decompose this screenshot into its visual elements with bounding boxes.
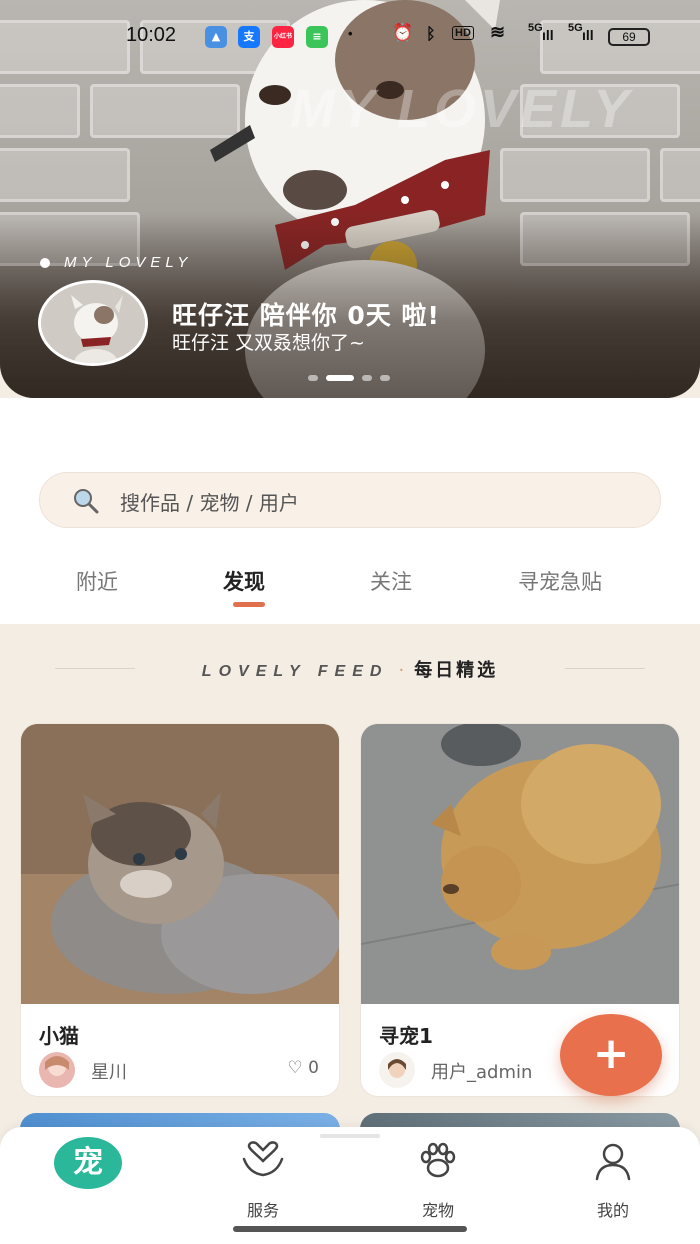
tag-dot-icon xyxy=(40,258,50,269)
hd-icon: HD xyxy=(452,26,474,40)
signal-bars-2-icon: ıll xyxy=(582,27,594,43)
notification-dot-icon: • xyxy=(348,26,353,41)
like-count: 0 xyxy=(308,1058,319,1078)
card-title: 寻宠1 xyxy=(379,1024,433,1048)
user-avatar-image xyxy=(379,1052,415,1088)
banner-tag-text: MY LOVELY xyxy=(64,254,193,271)
messages-app-icon: ≡ xyxy=(306,26,328,48)
indicator-dot-active[interactable] xyxy=(326,375,354,381)
card-title: 小猫 xyxy=(39,1024,79,1048)
nav-item-pets[interactable]: 宠物 xyxy=(388,1141,488,1220)
hero-banner[interactable]: MY LOVELY 10:02 ▲ 支 小红书 ≡ • ⏰ ᛒ HD ≋ 5G … xyxy=(0,0,700,398)
system-home-indicator[interactable] xyxy=(233,1226,467,1232)
tab-discover[interactable]: 发现 xyxy=(223,566,265,596)
cat-photo xyxy=(361,724,679,1004)
feed-card[interactable]: 小猫 星川 ♡ 0 xyxy=(20,723,340,1097)
heart-outline-icon: ♡ xyxy=(287,1058,303,1078)
tab-nearby[interactable]: 附近 xyxy=(76,566,118,596)
banner-title: 旺仔汪 陪伴你 0天 啦! xyxy=(172,301,440,330)
kitten-photo xyxy=(21,724,339,1004)
signal-bars-1-icon: ıll xyxy=(542,27,554,43)
search-placeholder: 搜作品 / 宠物 / 用户 xyxy=(120,491,299,515)
like-button[interactable]: ♡ 0 xyxy=(288,1058,319,1078)
user-avatar[interactable] xyxy=(379,1052,415,1088)
nav-item-me[interactable]: 我的 xyxy=(563,1141,663,1220)
tab-active-indicator xyxy=(233,602,265,607)
signal-1-icon: 5G xyxy=(528,22,543,34)
user-avatar[interactable] xyxy=(39,1052,75,1088)
feed-label-en: LOVELY FEED xyxy=(201,663,389,680)
alipay-app-icon: 支 xyxy=(238,26,260,48)
tab-following[interactable]: 关注 xyxy=(370,566,412,596)
add-post-button[interactable]: + xyxy=(560,1014,662,1096)
nav-item-service[interactable]: 服务 xyxy=(213,1141,313,1220)
indicator-dot[interactable] xyxy=(380,375,390,381)
banner-subtitle: 旺仔汪 又双叒想你了~ xyxy=(172,332,365,354)
user-avatar-image xyxy=(39,1052,75,1088)
feed-separator: · xyxy=(398,660,405,681)
nav-home-button[interactable]: 宠 xyxy=(54,1137,122,1189)
feed-label-cn: 每日精选 xyxy=(414,660,499,681)
search-icon xyxy=(74,489,99,514)
banner-watermark: MY LOVELY xyxy=(290,79,634,139)
gallery-app-icon: ▲ xyxy=(205,26,227,48)
indicator-dot[interactable] xyxy=(362,375,372,381)
nav-label-pets: 宠物 xyxy=(421,1201,454,1220)
signal-2-icon: 5G xyxy=(568,22,583,34)
pet-avatar[interactable] xyxy=(38,280,148,366)
person-icon xyxy=(595,1143,631,1181)
card-username[interactable]: 用户_admin xyxy=(431,1058,532,1084)
tab-lost-pet[interactable]: 寻宠急贴 xyxy=(518,566,602,596)
battery-icon: 69 xyxy=(608,28,650,46)
card-username[interactable]: 星川 xyxy=(91,1058,127,1084)
banner-tag: MY LOVELY xyxy=(40,254,192,271)
home-logo-icon: 宠 xyxy=(73,1145,103,1180)
alarm-icon: ⏰ xyxy=(392,23,414,42)
status-bar: 10:02 ▲ 支 小红书 ≡ • ⏰ ᛒ HD ≋ 5G ıll 5G ıll… xyxy=(0,20,700,54)
indicator-dot[interactable] xyxy=(308,375,318,381)
nav-handle xyxy=(320,1134,380,1138)
status-time: 10:02 xyxy=(126,24,177,46)
nav-label-service: 服务 xyxy=(246,1201,279,1220)
paw-icon xyxy=(420,1142,456,1178)
nav-label-me: 我的 xyxy=(596,1201,629,1220)
search-bar[interactable]: 搜作品 / 宠物 / 用户 xyxy=(39,472,661,528)
feed-header: LOVELY FEED · 每日精选 xyxy=(0,656,700,682)
xiaohongshu-app-icon: 小红书 xyxy=(272,26,294,48)
bluetooth-icon: ᛒ xyxy=(426,26,436,43)
heart-hands-icon xyxy=(242,1141,284,1177)
wifi-icon: ≋ xyxy=(490,22,506,42)
